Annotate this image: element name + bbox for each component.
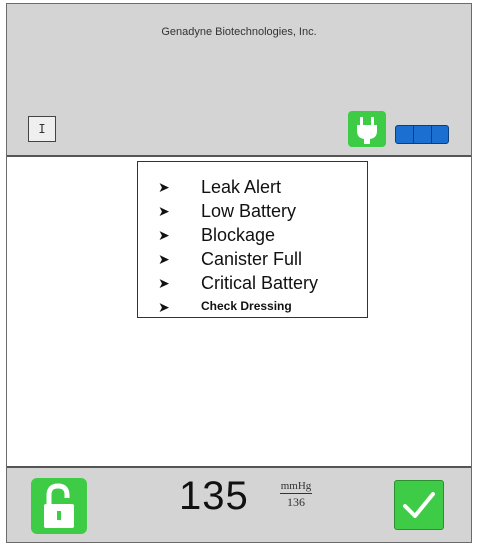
- battery-icon: [395, 125, 449, 144]
- alert-item-canister-full[interactable]: ➤ Canister Full: [138, 247, 367, 271]
- pressure-reading: 135: [179, 474, 249, 518]
- alert-item-leak[interactable]: ➤ Leak Alert: [138, 175, 367, 199]
- pressure-unit: mmHg: [280, 480, 312, 492]
- unit-divider: [280, 493, 312, 494]
- plug-icon: [348, 111, 386, 147]
- arrow-bullet-icon: ➤: [158, 203, 170, 219]
- alert-label: Check Dressing: [201, 299, 292, 313]
- alert-label: Canister Full: [201, 249, 303, 269]
- alert-label: Blockage: [201, 225, 276, 245]
- mode-indicator-button[interactable]: I: [28, 116, 56, 142]
- alert-item-check-dressing[interactable]: ➤ Check Dressing: [138, 295, 367, 319]
- control-footer: 135 mmHg 136: [7, 466, 471, 542]
- status-header: Genadyne Biotechnologies, Inc. I: [7, 4, 471, 157]
- alert-label: Leak Alert: [201, 177, 282, 197]
- arrow-bullet-icon: ➤: [158, 251, 170, 267]
- alert-item-critical-battery[interactable]: ➤ Critical Battery: [138, 271, 367, 295]
- alert-label: Critical Battery: [201, 273, 319, 293]
- arrow-bullet-icon: ➤: [158, 275, 170, 291]
- arrow-bullet-icon: ➤: [158, 227, 170, 243]
- unlock-button[interactable]: [31, 478, 87, 534]
- arrow-bullet-icon: ➤: [158, 179, 170, 195]
- checkmark-icon: [403, 492, 435, 518]
- arrow-bullet-icon: ➤: [158, 299, 170, 315]
- pressure-setpoint: 136: [287, 495, 305, 509]
- alert-list-panel: ➤ Leak Alert ➤ Low Battery ➤ Blockage ➤ …: [137, 161, 368, 318]
- alert-item-low-battery[interactable]: ➤ Low Battery: [138, 199, 367, 223]
- alert-label: Low Battery: [201, 201, 297, 221]
- company-name: Genadyne Biotechnologies, Inc.: [161, 26, 317, 38]
- pump-display: Genadyne Biotechnologies, Inc. I ➤ Leak …: [6, 3, 472, 543]
- confirm-button[interactable]: [394, 480, 444, 530]
- alert-item-blockage[interactable]: ➤ Blockage: [138, 223, 367, 247]
- pressure-unit-block: mmHg 136: [274, 480, 318, 510]
- unlocked-padlock-icon: [44, 483, 74, 528]
